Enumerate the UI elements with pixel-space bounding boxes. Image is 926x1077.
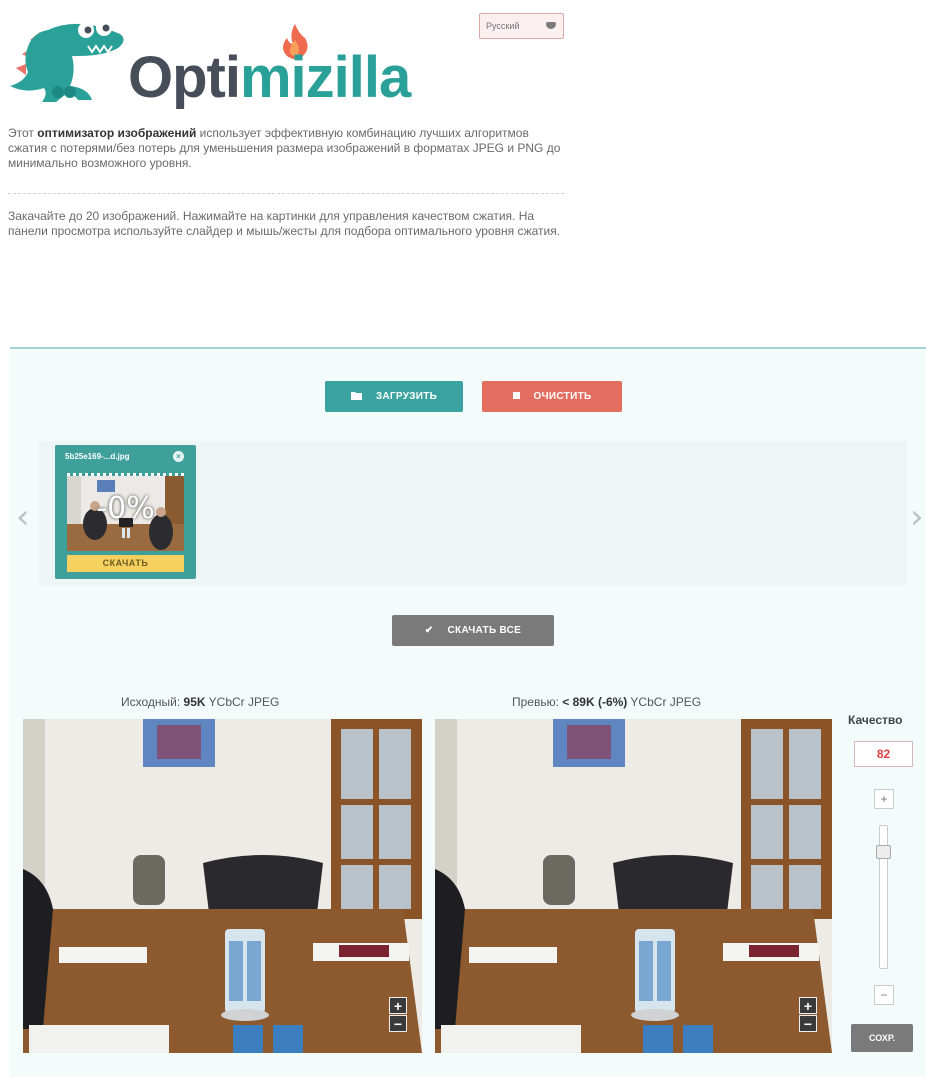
optimizer-panel: ЗАГРУЗИТЬ ОЧИСТИТЬ ‹ › 5b25e169-...d.jpg… [10,347,926,1077]
preview-size: < 89K (-6%) [562,695,628,709]
intro-text-start: Этот [8,126,38,140]
meeting-room-photo-preview [435,719,832,1053]
close-icon[interactable]: × [173,451,184,462]
intro-paragraph: Этот оптимизатор изображений использует … [8,126,568,171]
zoom-in-button[interactable]: + [799,997,817,1014]
intro-divider [8,193,564,194]
clear-button[interactable]: ОЧИСТИТЬ [482,381,622,412]
preview-format: YCbCr JPEG [627,695,702,709]
chevron-down-icon [546,22,556,29]
carousel-next-arrow-icon[interactable]: › [910,497,924,537]
zoom-out-button[interactable]: − [799,1015,817,1032]
download-all-label: СКАЧАТЬ ВСЕ [447,625,522,636]
instructions-paragraph: Закачайте до 20 изображений. Нажимайте н… [8,209,561,238]
logo-text-mizilla: mizilla [239,45,411,110]
original-caption: Исходный: 95K YCbCr JPEG [121,695,279,709]
language-select[interactable]: Русский [479,13,564,39]
upload-button[interactable]: ЗАГРУЗИТЬ [325,381,463,412]
carousel-prev-arrow-icon[interactable]: ‹ [16,497,30,537]
logo-wordmark: Optimizilla [128,45,411,110]
zoom-out-button[interactable]: − [389,1015,407,1032]
checkmark-icon: ✔ [424,625,434,636]
quality-save-button[interactable]: СОХР. [851,1024,913,1052]
original-image-viewer[interactable]: + − [23,719,422,1053]
quality-increase-button[interactable]: + [874,789,894,809]
upload-button-label: ЗАГРУЗИТЬ [375,391,438,402]
quality-slider-handle[interactable] [876,845,891,859]
clear-button-label: ОЧИСТИТЬ [533,391,592,402]
thumbnail-card[interactable]: 5b25e169-...d.jpg × -0% СКАЧАТЬ [55,445,196,579]
zoom-controls: + − [389,997,407,1033]
meeting-room-photo-original [23,719,422,1053]
zoom-controls: + − [799,997,817,1033]
original-caption-prefix: Исходный: [121,695,184,709]
thumbnail-download-button[interactable]: СКАЧАТЬ [67,555,184,572]
dinosaur-mascot-icon [10,20,124,102]
zoom-in-button[interactable]: + [389,997,407,1014]
language-select-value: Русский [486,21,520,31]
original-size: 95K [183,695,206,709]
preview-caption: Превью: < 89K (-6%) YCbCr JPEG [512,695,701,709]
thumbnail-filename: 5b25e169-...d.jpg [65,452,130,461]
quality-input[interactable]: 82 [854,741,913,767]
intro-text-bold: оптимизатор изображений [37,126,197,140]
optimizilla-logo[interactable]: Optimizilla [8,10,418,110]
folder-icon [350,391,362,403]
download-all-button[interactable]: ✔ СКАЧАТЬ ВСЕ [392,615,554,646]
thumbnail-savings: -0% [96,491,155,526]
quality-decrease-button[interactable]: − [874,985,894,1005]
original-format: YCbCr JPEG [205,695,280,709]
trash-icon [512,391,520,402]
logo-text-opti: Opti [128,45,241,110]
preview-caption-prefix: Превью: [512,695,563,709]
quality-label: Качество [848,713,903,727]
preview-image-viewer[interactable]: + − [435,719,832,1053]
